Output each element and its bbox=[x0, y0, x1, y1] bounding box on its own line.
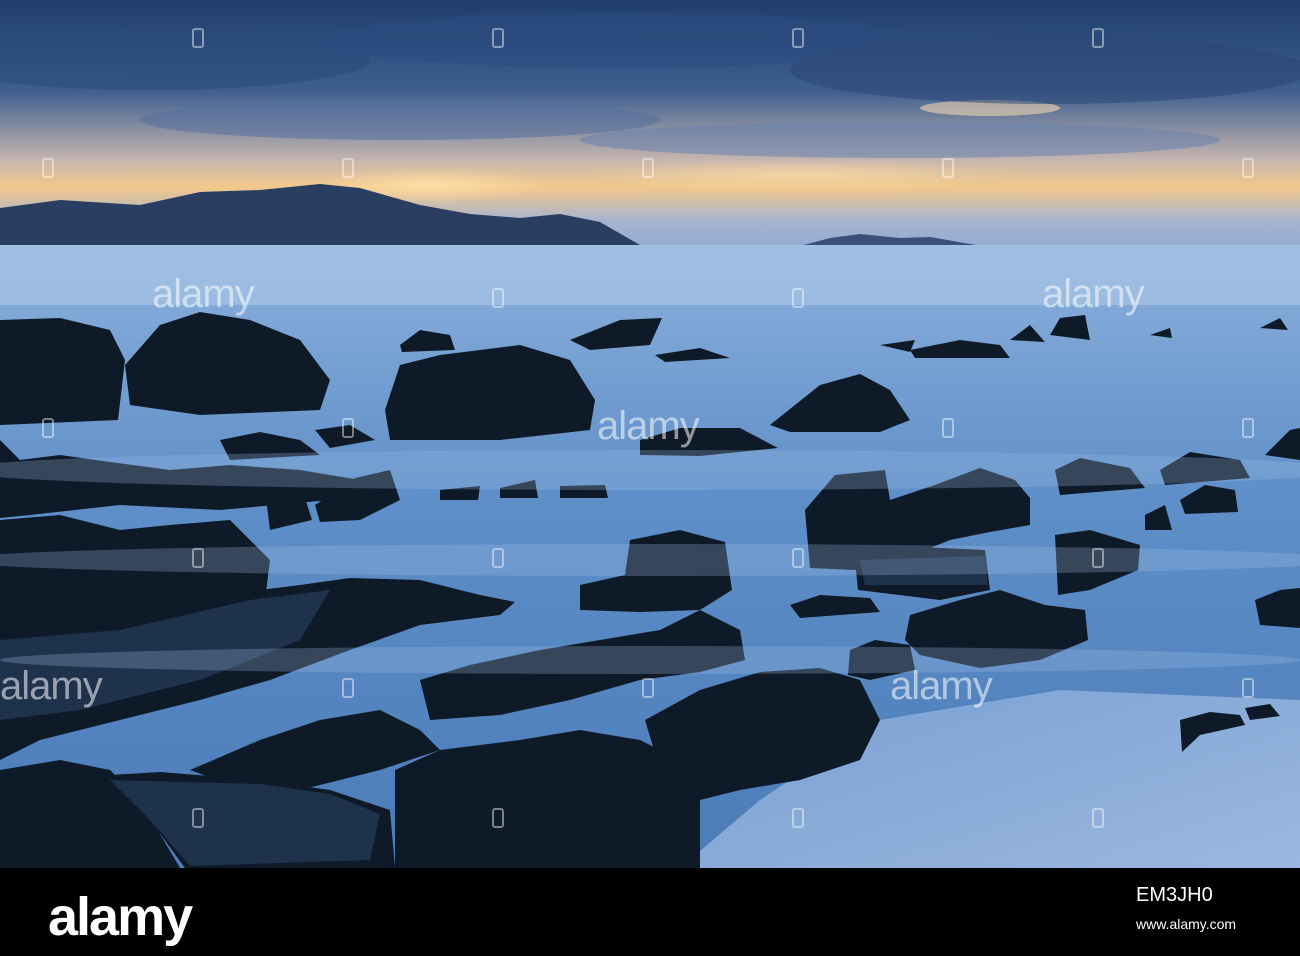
footer-bar: alamy EM3JH0 www.alamy.com bbox=[0, 868, 1300, 956]
watermark-icon bbox=[1242, 418, 1254, 438]
watermark: alamy bbox=[0, 664, 103, 708]
watermark-icon bbox=[792, 808, 804, 828]
watermark-icon bbox=[792, 28, 804, 48]
watermark-icon bbox=[192, 808, 204, 828]
watermark-icon bbox=[492, 28, 504, 48]
watermark: alamy bbox=[152, 272, 255, 316]
landscape-photo: alamy alamy alamy alamy alamy bbox=[0, 0, 1300, 868]
watermark-icon bbox=[642, 678, 654, 698]
watermark-icon bbox=[492, 808, 504, 828]
watermark: alamy bbox=[1042, 272, 1145, 316]
watermark-icon bbox=[1242, 158, 1254, 178]
site-url[interactable]: www.alamy.com bbox=[1136, 916, 1236, 932]
watermark-icon bbox=[492, 548, 504, 568]
watermark-icon bbox=[942, 418, 954, 438]
watermark-icon bbox=[342, 418, 354, 438]
watermark-icon bbox=[642, 158, 654, 178]
brand-logo: alamy bbox=[48, 887, 193, 947]
watermark: alamy bbox=[597, 404, 700, 448]
watermark-icon bbox=[192, 28, 204, 48]
watermark-icon bbox=[1092, 548, 1104, 568]
watermark-icon bbox=[1092, 808, 1104, 828]
watermark-icon bbox=[42, 158, 54, 178]
watermark-icon bbox=[42, 418, 54, 438]
watermark-icon bbox=[342, 158, 354, 178]
watermark-icon bbox=[792, 288, 804, 308]
watermark-icon bbox=[1242, 678, 1254, 698]
watermark-icon bbox=[942, 158, 954, 178]
watermark: alamy bbox=[890, 664, 993, 708]
watermark-icon bbox=[792, 548, 804, 568]
image-id: EM3JH0 bbox=[1136, 884, 1213, 906]
watermark-icon bbox=[192, 548, 204, 568]
watermark-icon bbox=[1092, 28, 1104, 48]
watermark-icon bbox=[492, 288, 504, 308]
watermark-icon bbox=[342, 678, 354, 698]
